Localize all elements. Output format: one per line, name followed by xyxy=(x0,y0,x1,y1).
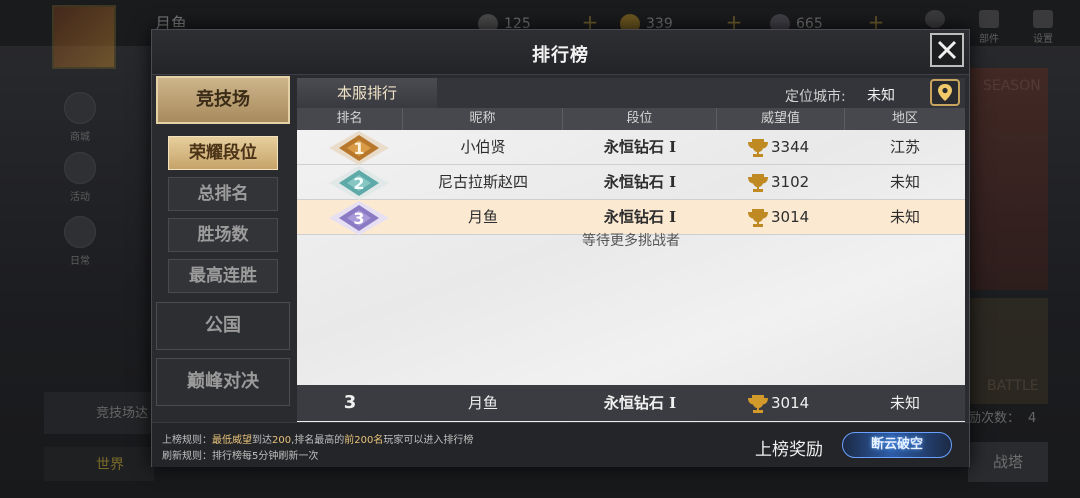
subtab-total-rank[interactable]: 总排名 xyxy=(168,177,278,211)
season-card: SEASON xyxy=(965,68,1048,290)
col-rank: 排名 xyxy=(297,108,403,130)
my-rank-row: 3 月鱼 永恒钻石 I 3014 未知 xyxy=(297,385,965,421)
col-region: 地区 xyxy=(891,111,918,126)
svg-text:2: 2 xyxy=(353,174,364,193)
trophy-icon xyxy=(748,394,768,413)
category-sidebar: 竞技场 荣耀段位 总排名 胜场数 最高连胜 公国 巅峰对决 xyxy=(156,76,293,428)
tab-arena[interactable]: 竞技场 xyxy=(156,76,290,124)
my-rank: 3 xyxy=(343,392,357,413)
player-name: 尼古拉斯赵四 xyxy=(437,173,528,191)
player-name: 月鱼 xyxy=(467,208,498,226)
location-pin-icon xyxy=(938,84,952,101)
reward-label: 上榜奖励 xyxy=(755,440,823,460)
table-header: 排名 昵称 段位 威望值 地区 xyxy=(297,108,965,130)
close-icon xyxy=(937,40,957,60)
settings-button: 设置 xyxy=(1026,10,1060,45)
city-label: 定位城市: xyxy=(785,89,846,105)
ranking-panel: 本服排行 定位城市: 未知 排名 昵称 段位 威望值 地区 1 小伯贤 永恒钻石… xyxy=(297,78,965,422)
col-prestige: 威望值 xyxy=(717,108,845,130)
table-row[interactable]: 1 小伯贤 永恒钻石 I 3344 江苏 xyxy=(297,130,965,165)
modal-footer: 上榜规则：最低威望到达200,排名最高的前200名玩家可以进入排行榜 刷新规则：… xyxy=(152,422,969,467)
event-button: 活动 xyxy=(58,152,102,203)
tab-peak-duel[interactable]: 巅峰对决 xyxy=(156,358,290,406)
event-icon xyxy=(64,152,96,184)
subtab-max-streak[interactable]: 最高连胜 xyxy=(168,259,278,293)
modal-header: 排行榜 xyxy=(152,30,969,75)
tab-duchy[interactable]: 公国 xyxy=(156,302,290,350)
parts-button: 部件 xyxy=(972,10,1006,45)
trophy-icon xyxy=(748,173,768,192)
arena-entry: 竞技场达 xyxy=(44,392,154,434)
calendar-icon xyxy=(64,216,96,248)
svg-text:3: 3 xyxy=(353,209,364,228)
tab-server-ranking[interactable]: 本服排行 xyxy=(297,78,437,110)
player-name: 小伯贤 xyxy=(460,138,506,156)
col-tier: 段位 xyxy=(563,108,717,130)
modal-title: 排行榜 xyxy=(532,45,589,66)
chat-bar: 世界 xyxy=(44,447,154,481)
player-prestige: 3102 xyxy=(747,165,845,199)
waiting-text: 等待更多挑战者 xyxy=(582,233,680,249)
rank-1-medal-icon: 1 xyxy=(329,131,389,165)
subtab-wins[interactable]: 胜场数 xyxy=(168,218,278,252)
gear-icon xyxy=(1033,10,1053,28)
player-prestige: 3344 xyxy=(747,130,845,164)
refresh-rule: 刷新规则：排行榜每5分钟刷新一次 xyxy=(162,451,319,462)
battle-card: BATTLE xyxy=(965,298,1048,404)
ranking-rule: 上榜规则：最低威望到达200,排名最高的前200名玩家可以进入排行榜 xyxy=(162,435,474,446)
close-button[interactable] xyxy=(930,33,964,67)
player-region: 未知 xyxy=(889,173,920,191)
player-tier: 永恒钻石 I xyxy=(603,208,677,226)
panel-toolbar: 本服排行 定位城市: 未知 xyxy=(297,78,965,110)
player-tier: 永恒钻石 I xyxy=(603,138,677,156)
table-row[interactable]: 2 尼古拉斯赵四 永恒钻石 I 3102 未知 xyxy=(297,165,965,200)
player-region: 未知 xyxy=(889,208,920,226)
player-region: 江苏 xyxy=(889,138,920,156)
tower-button: 战塔 xyxy=(968,442,1048,482)
player-tier: 永恒钻石 I xyxy=(603,173,677,191)
reward-title-button[interactable]: 断云破空 xyxy=(842,432,952,458)
player-avatar xyxy=(52,5,116,69)
city-value: 未知 xyxy=(867,88,895,104)
trophy-icon xyxy=(748,138,768,157)
my-tier: 永恒钻石 I xyxy=(603,394,677,412)
rank-2-medal-icon: 2 xyxy=(329,166,389,200)
col-name: 昵称 xyxy=(403,108,563,130)
my-name: 月鱼 xyxy=(467,394,498,412)
trophy-icon xyxy=(748,208,768,227)
svg-text:1: 1 xyxy=(353,139,364,158)
subtab-glory-tier[interactable]: 荣耀段位 xyxy=(168,136,278,170)
leaderboard-modal: 排行榜 竞技场 荣耀段位 总排名 胜场数 最高连胜 公国 巅峰对决 本服排行 定… xyxy=(151,29,970,467)
shop-icon xyxy=(64,92,96,124)
player-prestige: 3014 xyxy=(747,200,845,234)
challenge-count: 励次数： 4 xyxy=(968,411,1037,426)
my-region: 未知 xyxy=(889,394,920,412)
my-prestige: 3014 xyxy=(747,385,845,421)
daily-button: 日常 xyxy=(58,216,102,267)
locate-button[interactable] xyxy=(930,79,960,106)
shop-button: 商城 xyxy=(58,92,102,143)
